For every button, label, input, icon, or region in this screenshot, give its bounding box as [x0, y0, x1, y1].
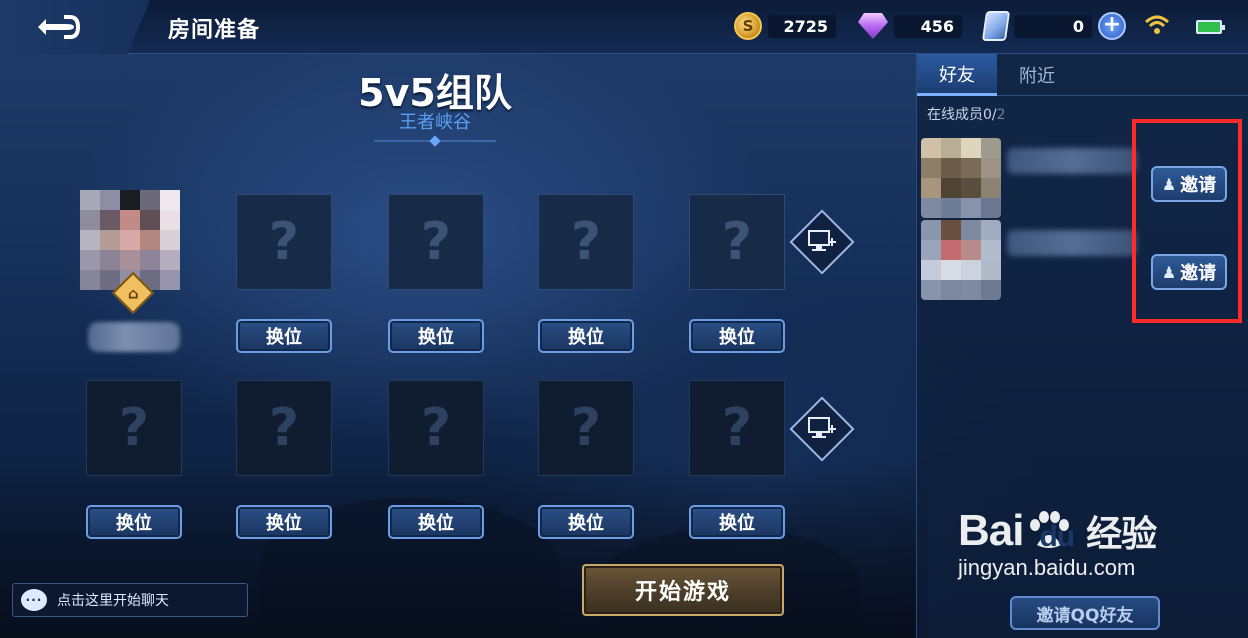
- friend-avatar: [921, 220, 1001, 300]
- team-slot-empty[interactable]: ?: [689, 194, 785, 290]
- swap-position-button[interactable]: 换位: [388, 319, 484, 353]
- start-game-button[interactable]: 开始游戏: [582, 564, 784, 616]
- swap-position-button[interactable]: 换位: [388, 505, 484, 539]
- watermark-cn: 经验: [1086, 513, 1157, 554]
- host-player-name: [88, 322, 180, 352]
- add-ai-player-button[interactable]: [789, 396, 855, 462]
- baidu-jingyan-logo: Bai du 经验: [958, 505, 1157, 557]
- friends-tabs: 好友 附近: [917, 54, 1248, 96]
- question-mark-icon: ?: [721, 398, 753, 458]
- question-mark-icon: ?: [420, 212, 452, 272]
- opponent-slot-empty[interactable]: ?: [388, 380, 484, 476]
- team-slot-empty[interactable]: ?: [236, 194, 332, 290]
- title-diamond-ornament: [429, 135, 441, 147]
- diamond-value: 456: [894, 14, 962, 38]
- gold-counter: S 2725: [734, 12, 836, 40]
- opponent-slot-empty[interactable]: ?: [538, 380, 634, 476]
- opponent-slot-empty[interactable]: ?: [689, 380, 785, 476]
- swap-position-button[interactable]: 换位: [236, 319, 332, 353]
- back-button[interactable]: [0, 0, 150, 54]
- back-arrow-icon: [38, 15, 80, 39]
- team-slot-empty[interactable]: ?: [538, 194, 634, 290]
- question-mark-icon: ?: [118, 398, 150, 458]
- question-mark-icon: ?: [721, 212, 753, 272]
- gold-coin-icon: S: [734, 12, 762, 40]
- opponent-slot-empty[interactable]: ?: [86, 380, 182, 476]
- diamond-counter: 456: [858, 12, 962, 40]
- swap-position-button[interactable]: 换位: [236, 505, 332, 539]
- add-ai-player-button[interactable]: [789, 209, 855, 275]
- wifi-icon: [1144, 15, 1170, 34]
- swap-position-button[interactable]: 换位: [689, 319, 785, 353]
- question-mark-icon: ?: [570, 212, 602, 272]
- question-mark-icon: ?: [570, 398, 602, 458]
- invite-qq-friends-button[interactable]: 邀请QQ好友: [1010, 596, 1160, 630]
- battery-icon: [1196, 20, 1225, 34]
- swap-position-button[interactable]: 换位: [86, 505, 182, 539]
- online-members-count: 在线成员0/2: [927, 104, 1006, 124]
- question-mark-icon: ?: [268, 398, 300, 458]
- map-name: 王者峡谷: [399, 112, 471, 133]
- add-computer-icon: [808, 230, 836, 251]
- coupon-value: 0: [1014, 14, 1092, 38]
- friend-name: [1007, 148, 1137, 174]
- diamond-icon: [858, 13, 888, 39]
- friend-avatar: [921, 138, 1001, 218]
- chat-input[interactable]: ··· 点击这里开始聊天: [12, 583, 248, 617]
- question-mark-icon: ?: [268, 212, 300, 272]
- chat-bubble-icon: ···: [21, 589, 47, 611]
- chat-placeholder: 点击这里开始聊天: [57, 593, 169, 609]
- swap-position-button[interactable]: 换位: [538, 505, 634, 539]
- watermark-du: du: [1039, 520, 1075, 553]
- online-members-label: 在线成员0/: [927, 107, 997, 123]
- swap-position-button[interactable]: 换位: [538, 319, 634, 353]
- swap-position-button[interactable]: 换位: [689, 505, 785, 539]
- tab-nearby[interactable]: 附近: [997, 54, 1077, 96]
- question-mark-icon: ?: [420, 398, 452, 458]
- coupon-counter: 0 +: [981, 11, 1126, 41]
- game-screen: 房间准备 S 2725 456 0 + 5v5组队 王者峡谷 ⌂ ? ? ? ?…: [0, 0, 1248, 638]
- coupon-card-icon: [981, 11, 1011, 41]
- add-computer-icon: [808, 417, 836, 438]
- friend-name: [1007, 230, 1137, 256]
- recharge-plus-button[interactable]: +: [1098, 12, 1126, 40]
- team-slot-empty[interactable]: ?: [388, 194, 484, 290]
- tab-friends[interactable]: 好友: [917, 54, 997, 96]
- opponent-slot-empty[interactable]: ?: [236, 380, 332, 476]
- gold-value: 2725: [768, 14, 836, 38]
- invite-highlight-box: [1132, 119, 1242, 323]
- watermark-brand: Bai: [958, 506, 1024, 555]
- baidu-watermark: Bai du 经验 jingyan.baidu.com: [958, 505, 1157, 581]
- watermark-url: jingyan.baidu.com: [958, 555, 1136, 580]
- page-title: 房间准备: [168, 18, 261, 43]
- online-members-total: 2: [996, 107, 1006, 123]
- top-bar: 房间准备 S 2725 456 0 +: [0, 0, 1248, 54]
